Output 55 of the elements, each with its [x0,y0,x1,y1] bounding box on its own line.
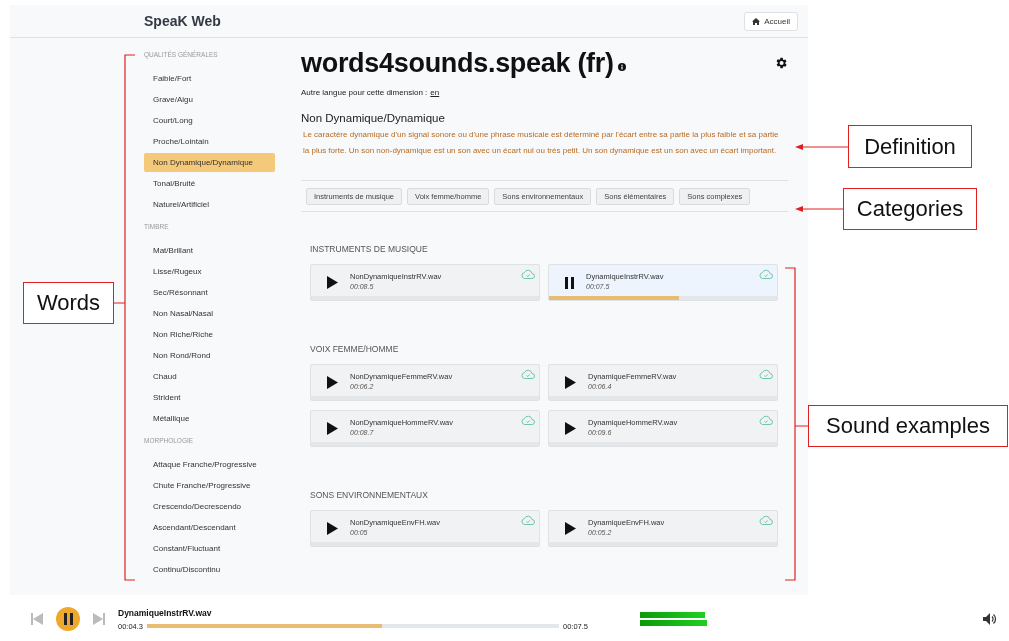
settings-icon[interactable] [774,56,788,70]
volume-icon[interactable] [983,613,997,625]
sidebar-item[interactable]: Grave/Aigu [144,90,275,109]
sidebar-item[interactable]: Crescendo/Decrescendo [144,497,275,516]
language-label: Autre langue pour cette dimension : [301,88,428,97]
annotation-label: Categories [843,188,977,230]
sidebar-item[interactable]: Sec/Résonnant [144,283,275,302]
pause-icon[interactable] [565,276,574,289]
level-meter-drawing [640,611,707,627]
sidebar-item[interactable]: Non Riche/Riche [144,325,275,344]
play-icon[interactable] [327,376,338,389]
sidebar-item[interactable]: Non Dynamique/Dynamique [144,153,275,172]
annotation-label: Sound examples [808,405,1008,447]
play-pause-button[interactable] [56,607,80,631]
sidebar-item[interactable]: Ascendant/Descendant [144,518,275,537]
sidebar-item[interactable]: Mat/Brillant [144,241,275,260]
sidebar-item[interactable]: Continu/Discontinu [144,560,275,579]
play-icon[interactable] [565,376,576,389]
sidebar-item[interactable]: Faible/Fort [144,69,275,88]
sidebar-item[interactable]: Constant/Fluctuant [144,539,275,558]
track-name: DynamiqueInstrRV.wav [118,607,213,618]
sidebar-item[interactable]: Proche/Lointain [144,132,275,151]
app-title: SpeaK Web [144,13,221,29]
sidebar-item[interactable]: Attaque Franche/Progressive [144,455,275,474]
sidebar-item[interactable]: Naturel/Artificiel [144,195,275,214]
sidebar-item[interactable]: Métallique [144,409,275,428]
play-icon[interactable] [565,422,576,435]
play-icon[interactable] [565,522,576,535]
definition-text: Le caractère dynamique d'un signal sonore ou d'une phrase musicale est déterminé par l'écart entre sa partie la plus faible et sa partie la plus forte. Un son non-dynamique est un son avec un écart nul ou très petit. Un son dynamique est un son avec un écart important. [302,129,780,157]
arrow [795,144,849,150]
annotation-label: Words [23,282,114,324]
home-button[interactable]: Accueil [744,11,798,31]
play-icon[interactable] [327,522,338,535]
sidebar-item[interactable]: Tonal/Bruité [144,174,275,193]
sidebar-item[interactable]: Strident [144,388,275,407]
play-icon[interactable] [327,276,338,289]
info-icon[interactable] [617,63,626,71]
sidebar-item[interactable]: Non Nasal/Nasal [144,304,275,323]
home-icon [752,17,761,25]
dimension-title: Non Dynamique/Dynamique [301,112,446,124]
pause-icon[interactable] [63,613,73,625]
arrow [795,206,844,212]
sidebar-item[interactable]: Chute Franche/Progressive [144,476,275,495]
sidebar-item[interactable]: Non Rond/Rond [144,346,275,365]
progress-track[interactable] [147,624,559,628]
sidebar-item[interactable]: Chaud [144,367,275,386]
page-title: words4sounds.speak (fr) [301,47,614,79]
annotation-label: Definition [848,125,972,168]
section-heading: SONS ENVIRONNEMENTAUX [310,490,429,502]
play-icon[interactable] [327,422,338,435]
language-link[interactable]: en [430,88,440,97]
section-heading: VOIX FEMME/HOMME [310,344,400,356]
sidebar-item[interactable]: Lisse/Rugeux [144,262,275,281]
sidebar-item[interactable]: Court/Long [144,111,275,130]
section-heading: INSTRUMENTS DE MUSIQUE [310,244,429,256]
